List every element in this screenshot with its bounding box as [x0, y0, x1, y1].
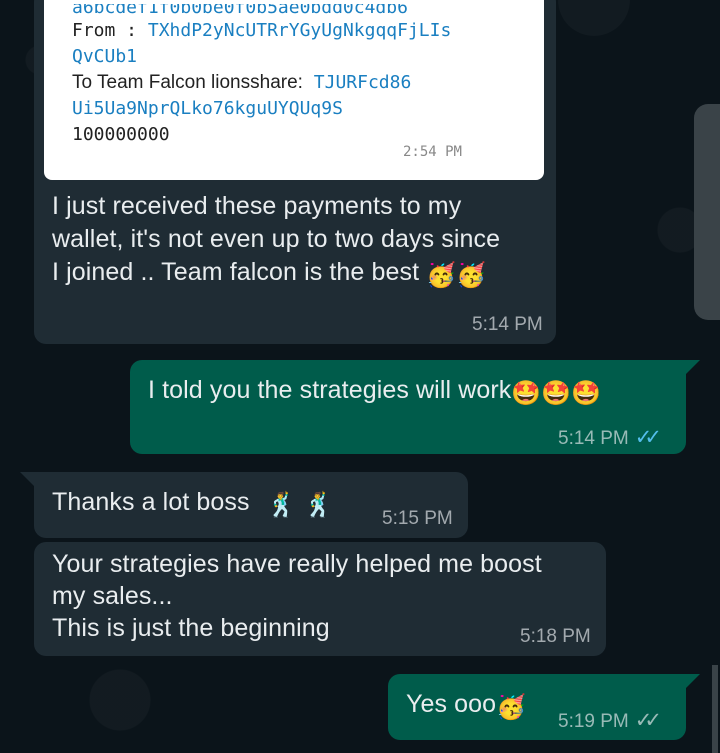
bubble-tail	[686, 674, 700, 688]
message-time: 5:18 PM	[520, 626, 591, 647]
message-time: 5:15 PM	[382, 508, 453, 529]
message-time: 5:14 PM	[558, 428, 629, 449]
message-text: I just received these payments to my wal…	[52, 190, 500, 292]
receipt-from-address: TXhdP2yNcUTRrYGyUgNkgqqFjLIs	[147, 20, 452, 41]
message-line: my sales...	[52, 582, 173, 610]
message-text: Thanks a lot boss 🕺 🕺	[52, 486, 333, 522]
receipt-to-address-cont: Ui5Ua9NprQLko76kguUYQUq9S	[72, 98, 343, 119]
message-line: wallet, it's not even up to two days sin…	[52, 225, 501, 253]
message-text: Yes ooo🥳	[406, 688, 526, 724]
message-line: I joined .. Team falcon is the best 🥳🥳	[52, 256, 500, 292]
partying-face-emoji: 🥳	[496, 694, 527, 721]
receipt-top-line: a6bcdef1f0b0be0f0b5ae0bdd0c4db6	[72, 4, 408, 18]
message-line-text: Thanks a lot boss	[52, 488, 250, 516]
side-panel-handle[interactable]	[694, 104, 720, 320]
message-line: Your strategies have really helped me bo…	[52, 550, 542, 578]
bubble-tail	[20, 472, 34, 486]
double-check-icon: ✓✓	[634, 426, 662, 449]
receipt-from-line: From : TXhdP2yNcUTRrYGyUgNkgqqFjLIs	[72, 18, 524, 44]
message-line-text: Yes ooo	[406, 690, 497, 718]
dancer-emoji: 🕺 🕺	[266, 492, 334, 519]
message-line-text: I joined .. Team falcon is the best	[52, 258, 420, 286]
message-meta: 5:14 PM ✓✓	[558, 425, 662, 450]
message-time: 5:19 PM	[558, 711, 629, 732]
message-text: I told you the strategies will work🤩🤩🤩	[148, 374, 601, 410]
message-line-text: I told you the strategies will work	[148, 376, 512, 404]
receipt-to-address: TJURFcd86	[313, 72, 412, 93]
receipt-time: 2:54 PM	[402, 144, 462, 160]
receipt-from-address-cont: QvCUb1	[72, 46, 138, 67]
scrollbar[interactable]	[712, 665, 718, 753]
receipt-to-label: To Team Falcon lionsshare:	[72, 72, 303, 93]
double-check-icon: ✓✓	[634, 709, 662, 732]
payment-receipt-image[interactable]: a6bcdef1f0b0be0f0b5ae0bdd0c4db6 From : T…	[44, 0, 544, 180]
receipt-to-line: To Team Falcon lionsshare: TJURFcd86	[72, 70, 524, 96]
star-struck-emoji: 🤩🤩🤩	[511, 380, 602, 407]
message-meta: 5:19 PM ✓✓	[558, 708, 662, 733]
message-line: I just received these payments to my	[52, 192, 462, 220]
bubble-tail	[686, 360, 700, 374]
message-text: Your strategies have really helped me bo…	[52, 548, 542, 644]
message-line: This is just the beginning	[52, 614, 330, 642]
partying-face-emoji: 🥳🥳	[426, 262, 487, 289]
message-time: 5:14 PM	[472, 314, 543, 335]
receipt-from-label: From :	[72, 20, 138, 41]
